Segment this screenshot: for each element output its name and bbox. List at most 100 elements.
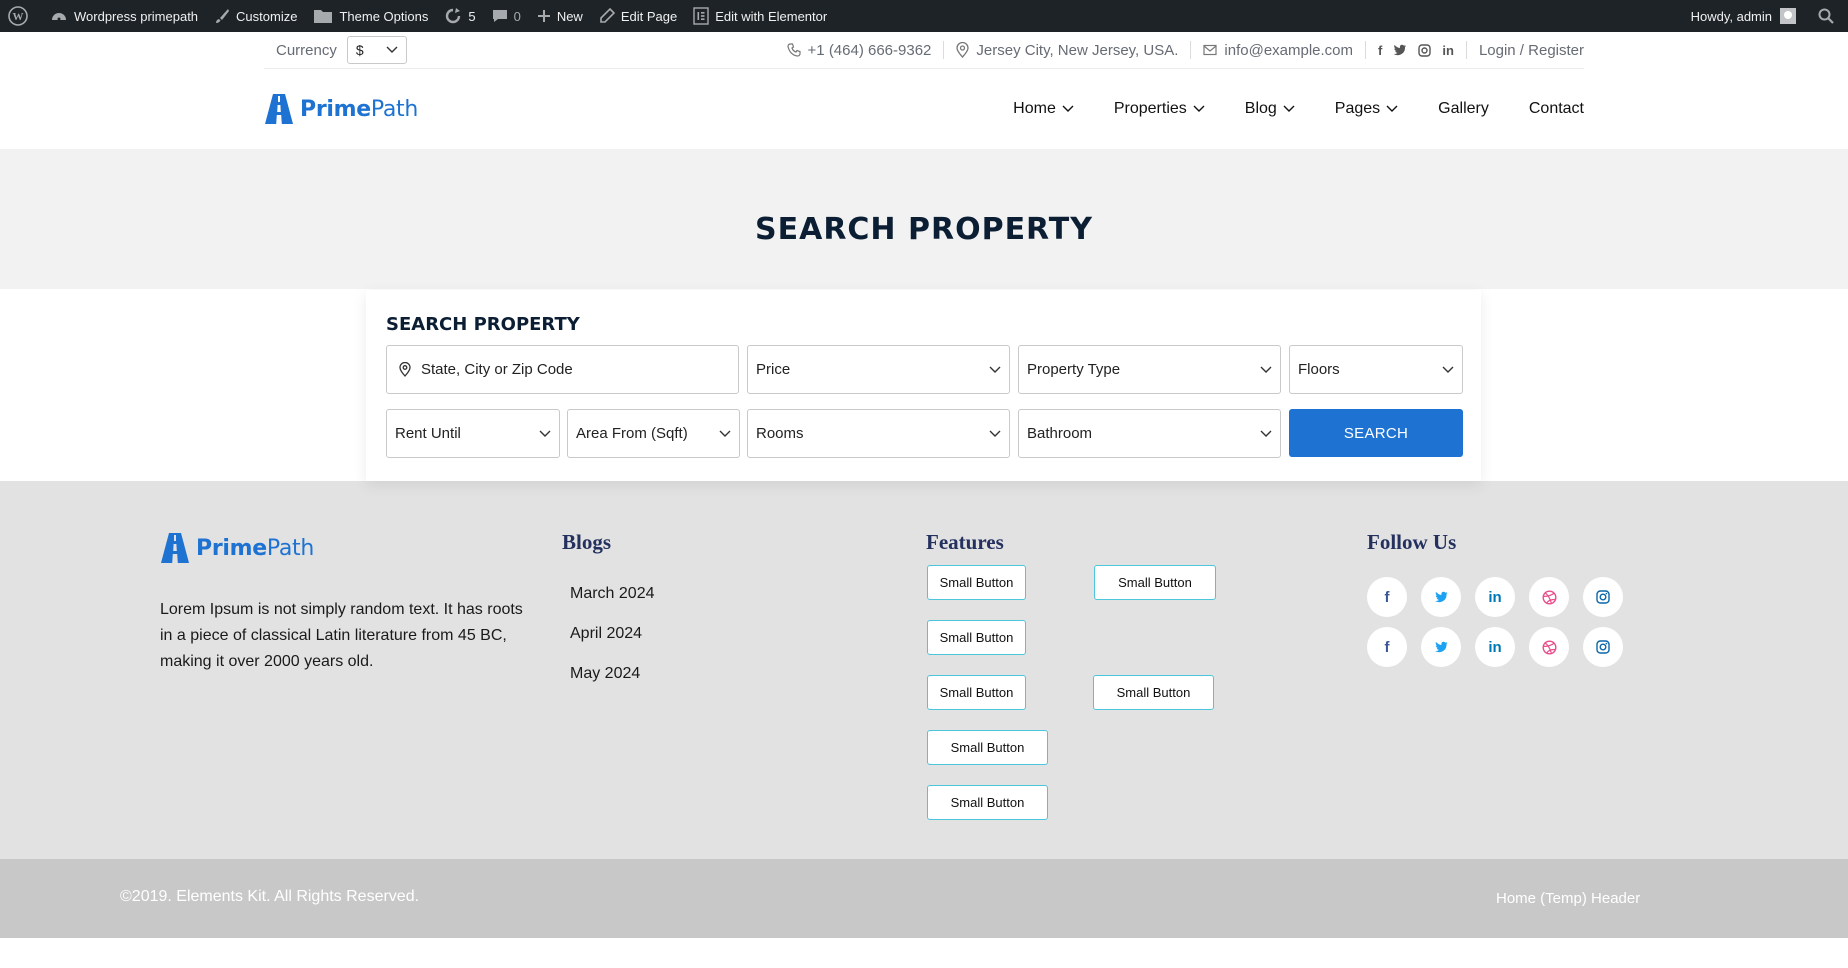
instagram-icon[interactable] <box>1583 577 1623 617</box>
edit-page-label: Edit Page <box>620 8 678 24</box>
chevron-down-icon <box>1260 366 1272 373</box>
new-content-link[interactable]: New <box>529 0 591 32</box>
floors-select[interactable]: Floors <box>1289 345 1463 394</box>
small-button[interactable]: Small Button <box>1094 565 1216 600</box>
chevron-down-icon <box>1283 105 1295 112</box>
follow-us-heading: Follow Us <box>1367 530 1457 554</box>
bathroom-select-value: Bathroom <box>1027 425 1093 442</box>
footer-logo[interactable]: PrimePath <box>160 532 314 564</box>
search-form-title: SEARCH PROPERTY <box>386 314 580 335</box>
footer-logo-text: PrimePath <box>196 536 314 561</box>
small-button[interactable]: Small Button <box>927 785 1048 820</box>
phone-text: +1 (464) 666-9362 <box>807 41 932 59</box>
wordpress-logo-icon[interactable]: W <box>0 0 42 32</box>
updates-link[interactable]: 5 <box>436 0 483 32</box>
theme-options-link[interactable]: Theme Options <box>305 0 436 32</box>
search-property-form: SEARCH PROPERTY State, City or Zip Code … <box>366 290 1481 481</box>
facebook-icon[interactable]: f <box>1367 577 1407 617</box>
facebook-icon[interactable]: f <box>1367 627 1407 667</box>
bathroom-select[interactable]: Bathroom <box>1018 409 1281 458</box>
main-nav: Home Properties Blog Pages Gallery Conta… <box>973 100 1584 118</box>
price-select[interactable]: Price <box>747 345 1010 394</box>
nav-item-contact[interactable]: Contact <box>1529 100 1584 118</box>
theme-options-label: Theme Options <box>339 8 429 24</box>
nav-item-properties[interactable]: Properties <box>1114 100 1205 118</box>
customize-link[interactable]: Customize <box>206 0 305 32</box>
chevron-down-icon <box>1442 366 1454 373</box>
blog-archive-link[interactable]: May 2024 <box>570 665 640 683</box>
small-button[interactable]: Small Button <box>1093 675 1214 710</box>
footer-about-text: Lorem Ipsum is not simply random text. I… <box>160 601 523 670</box>
small-button[interactable]: Small Button <box>927 675 1026 710</box>
main-header: PrimePath Home Properties Blog Pages Gal… <box>264 69 1584 149</box>
location-info: Jersey City, New Jersey, USA. <box>944 41 1192 59</box>
top-info-bar: Currency $ +1 (464) 666-9362 Jersey City… <box>264 32 1584 69</box>
linkedin-icon[interactable]: in <box>1442 43 1454 58</box>
admin-search-icon[interactable] <box>1810 0 1848 32</box>
twitter-icon[interactable] <box>1421 577 1461 617</box>
features-heading: Features <box>926 530 1004 554</box>
location-input[interactable]: State, City or Zip Code <box>386 345 739 394</box>
site-logo[interactable]: PrimePath <box>264 93 418 125</box>
small-button[interactable]: Small Button <box>927 565 1026 600</box>
property-type-select[interactable]: Property Type <box>1018 345 1281 394</box>
avatar <box>1780 8 1796 24</box>
linkedin-icon[interactable]: in <box>1475 627 1515 667</box>
small-button[interactable]: Small Button <box>927 620 1026 655</box>
nav-label: Home <box>1013 100 1056 117</box>
rooms-select[interactable]: Rooms <box>747 409 1010 458</box>
nav-label: Blog <box>1244 100 1277 117</box>
howdy-label: Howdy, admin <box>1690 8 1772 24</box>
comment-icon <box>492 10 507 22</box>
logo-text-light: Path <box>266 535 315 561</box>
chevron-down-icon <box>386 46 398 53</box>
email-text: info@example.com <box>1224 41 1354 59</box>
nav-label: Properties <box>1113 100 1187 117</box>
twitter-icon[interactable] <box>1421 627 1461 667</box>
nav-item-gallery[interactable]: Gallery <box>1438 100 1489 118</box>
new-label: New <box>556 8 583 24</box>
dribbble-icon[interactable] <box>1529 627 1569 667</box>
chevron-down-icon <box>989 366 1001 373</box>
edit-page-link[interactable]: Edit Page <box>591 0 685 32</box>
elementor-icon <box>693 7 709 25</box>
nav-item-blog[interactable]: Blog <box>1245 100 1295 118</box>
area-from-select-value: Area From (Sqft) <box>576 425 688 442</box>
edit-elementor-link[interactable]: Edit with Elementor <box>685 0 835 32</box>
facebook-icon[interactable]: f <box>1378 43 1382 58</box>
blog-archive-link[interactable]: March 2024 <box>570 585 655 603</box>
property-type-select-value: Property Type <box>1027 361 1121 378</box>
page-banner: SEARCH PROPERTY <box>0 149 1848 289</box>
location-placeholder: State, City or Zip Code <box>421 361 573 378</box>
phone-info[interactable]: +1 (464) 666-9362 <box>775 41 945 59</box>
linkedin-icon[interactable]: in <box>1475 577 1515 617</box>
nav-item-home[interactable]: Home <box>1013 100 1074 118</box>
plus-icon <box>537 10 550 22</box>
logo-text: PrimePath <box>300 97 418 122</box>
currency-select[interactable]: $ <box>346 36 407 64</box>
search-button[interactable]: SEARCH <box>1289 409 1463 457</box>
location-text: Jersey City, New Jersey, USA. <box>976 41 1179 59</box>
my-account-link[interactable]: Howdy, admin <box>1683 0 1804 32</box>
mail-icon <box>1203 44 1218 56</box>
dashboard-icon <box>52 13 66 21</box>
site-name-link[interactable]: Wordpress primepath <box>42 0 206 32</box>
small-button[interactable]: Small Button <box>927 730 1048 765</box>
email-info[interactable]: info@example.com <box>1191 41 1367 59</box>
road-logo-icon <box>265 94 293 124</box>
blog-archive-link[interactable]: April 2024 <box>570 625 642 643</box>
blogs-heading: Blogs <box>562 530 612 554</box>
comments-link[interactable]: 0 <box>484 0 529 32</box>
phone-icon <box>786 43 801 57</box>
dribbble-icon[interactable] <box>1529 577 1569 617</box>
rent-until-select[interactable]: Rent Until <box>386 409 560 458</box>
chevron-down-icon <box>719 430 731 437</box>
login-register-link[interactable]: Login / Register <box>1467 42 1584 59</box>
nav-item-pages[interactable]: Pages <box>1335 100 1398 118</box>
area-from-select[interactable]: Area From (Sqft) <box>567 409 740 458</box>
twitter-icon[interactable] <box>1393 44 1407 56</box>
instagram-icon[interactable] <box>1583 627 1623 667</box>
logo-text-light: Path <box>370 96 419 122</box>
temp-header-link[interactable]: Home (Temp) Header <box>1496 890 1640 907</box>
instagram-icon[interactable] <box>1418 43 1432 57</box>
